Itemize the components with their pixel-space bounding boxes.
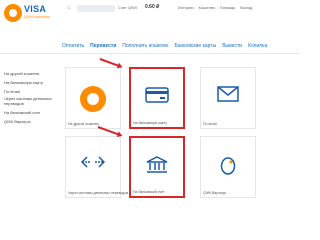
tile-bank-card[interactable]: На банковскую карту (129, 67, 185, 129)
bank-card-icon (145, 87, 169, 108)
sidebar-item-wallet[interactable]: На другой кошелек (4, 69, 62, 78)
header: VISA QIWI кошелек ⌂ Счет QIWI 0.60 ₽ Ист… (0, 0, 300, 42)
balance-label: Счет QIWI (118, 5, 138, 10)
nav-help[interactable]: Помощь (220, 5, 235, 10)
nav-wallet[interactable]: Кошелек (199, 5, 215, 10)
tile-wallet[interactable]: На другой кошелек (65, 67, 121, 129)
qiwi-logo-icon (4, 4, 22, 22)
egg-voucher-icon (220, 155, 236, 180)
tile-money-transfer[interactable]: Через системы денежных переводов (65, 136, 128, 198)
tile-label: По email (203, 122, 217, 126)
sidebar-item-email[interactable]: По email (4, 87, 62, 96)
tile-label: На банковскую карту (133, 121, 168, 125)
logo-subtitle: QIWI кошелек (24, 14, 50, 19)
top-navigation: Истории Кошелек Помощь Выход (178, 5, 252, 10)
sidebar-item-bank-card[interactable]: На банковскую карту (4, 78, 62, 87)
tile-bank-account[interactable]: На банковский счет (129, 136, 185, 198)
balance-value[interactable]: 0.60 ₽ (145, 4, 159, 10)
sidebar-item-bank-account[interactable]: На банковский счет (4, 108, 62, 117)
logo-text: VISA (24, 4, 47, 14)
tile-email[interactable]: По email (200, 67, 256, 129)
tab-withdraw[interactable]: Вывести (222, 43, 242, 49)
tab-top-up[interactable]: Пополнить кошелек (122, 43, 168, 49)
main-tabs: Оплатить Перевести Пополнить кошелек Бан… (62, 43, 267, 49)
tab-piggy-bank[interactable]: Копилка (248, 43, 267, 49)
qiwi-logo-icon (80, 86, 106, 112)
tab-pay[interactable]: Оплатить (62, 43, 84, 49)
tabs-divider (0, 53, 300, 54)
nav-logout[interactable]: Выход (240, 5, 252, 10)
tile-label: QIWI Ваучеры (203, 191, 227, 195)
tab-transfer[interactable]: Перевести (90, 43, 116, 49)
sidebar-item-vouchers[interactable]: QIWI Ваучеры (4, 117, 62, 126)
bank-building-icon (146, 156, 168, 179)
tab-bank-cards[interactable]: Банковские карты (174, 43, 216, 49)
tile-vouchers[interactable]: QIWI Ваучеры (200, 136, 256, 198)
sidebar-item-money-transfer[interactable]: Через системы денежных переводов (4, 96, 62, 108)
email-icon (217, 86, 239, 107)
tile-label: На банковский счет (133, 190, 165, 194)
nav-history[interactable]: Истории (178, 5, 194, 10)
qiwi-visa-logo[interactable]: VISA QIWI кошелек (2, 3, 52, 29)
sidebar: На другой кошелек На банковскую карту По… (4, 69, 62, 126)
tile-label: Через системы денежных переводов (68, 191, 129, 195)
tile-label: На другой кошелек (68, 122, 99, 126)
transfer-arrows-icon (80, 155, 106, 174)
user-icon[interactable]: ⌂ (67, 5, 71, 11)
account-number-field (77, 5, 115, 12)
